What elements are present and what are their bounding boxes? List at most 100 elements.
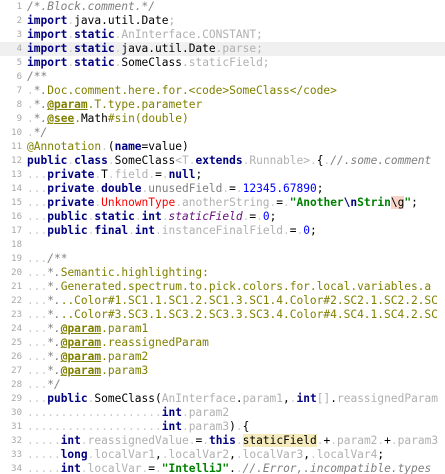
code-token: Semantic.highlighting:: [60, 266, 209, 279]
code-line[interactable]: 30 ....................int.param2: [0, 406, 445, 420]
code-line[interactable]: 13 ...private.T.field.=.null;: [0, 168, 445, 182]
code-text[interactable]: @Annotation.(name=value): [27, 140, 445, 154]
line-number: 5: [16, 58, 22, 68]
code-text[interactable]: import.static.java.util.Date.parse;: [27, 42, 445, 56]
code-text[interactable]: .....int.localVar.=."IntelliJ"..//.Error…: [27, 462, 445, 474]
code-text[interactable]: ...public.SomeClass(AnInterface.param1,.…: [27, 392, 445, 406]
line-number: 29: [11, 394, 22, 404]
code-token: reassignedValue: [87, 434, 189, 447]
code-text[interactable]: ...private.T.field.=.null;: [27, 168, 445, 182]
code-line[interactable]: 15 ...private.UnknownType.anotherString.=…: [0, 196, 445, 210]
code-line[interactable]: 18: [0, 238, 445, 252]
code-token: "Another: [289, 196, 344, 209]
code-token: @param: [60, 350, 102, 363]
code-line[interactable]: 20 ...*.Semantic.highlighting:: [0, 266, 445, 280]
code-text[interactable]: import.static.AnInterface.CONSTANT;: [27, 28, 445, 42]
code-text[interactable]: .*.@param.T.type.parameter: [27, 98, 445, 112]
code-text[interactable]: .../**: [27, 252, 445, 266]
line-number: 27: [11, 366, 22, 376]
code-line[interactable]: 26 ...*.@param.param2: [0, 350, 445, 364]
code-token: int: [134, 224, 156, 237]
code-line[interactable]: 22 ...*...Color#1.SC1.1.SC1.2.SC1.3.SC1.4…: [0, 294, 445, 308]
code-text[interactable]: ...private.UnknownType.anotherString.=."…: [27, 196, 445, 210]
code-line[interactable]: 6 /**: [0, 70, 445, 84]
code-line[interactable]: 31 ....................int.param3).{: [0, 420, 445, 434]
code-line[interactable]: 23 ...*...Color#3.SC3.1.SC3.2.SC3.3.SC3.4…: [0, 308, 445, 322]
code-text[interactable]: ...private.double.unusedField.=.12345.67…: [27, 182, 445, 196]
code-token: /**: [47, 252, 68, 265]
code-line[interactable]: 10 .*/: [0, 126, 445, 140]
code-line[interactable]: 14 ...private.double.unusedField.=.12345.…: [0, 182, 445, 196]
code-text[interactable]: ....................int.param3).{: [27, 420, 445, 434]
code-text[interactable]: ...*.@param.param2: [27, 350, 445, 364]
code-token: *.: [47, 294, 61, 307]
code-text[interactable]: import.java.util.Date;: [27, 14, 445, 28]
code-text[interactable]: import.static.SomeClass.staticField;: [27, 56, 445, 70]
code-text[interactable]: ...*.@param.reassignedParam: [27, 336, 445, 350]
code-text[interactable]: ...public.static.int.staticField.=.0;: [27, 210, 445, 224]
code-token: int: [296, 392, 317, 405]
code-line[interactable]: 7 .*.Doc.comment.here.for.<code>SomeClass…: [0, 84, 445, 98]
code-text[interactable]: [27, 238, 445, 252]
code-line[interactable]: 2 import.java.util.Date;: [0, 14, 445, 28]
code-line[interactable]: 25 ...*.@param.reassignedParam: [0, 336, 445, 350]
code-token: extends: [195, 154, 243, 167]
code-text[interactable]: .....long.localVar1,.localVar2,.localVar…: [27, 448, 445, 462]
code-text[interactable]: .*.Doc.comment.here.for.<code>SomeClass<…: [27, 84, 445, 98]
code-text[interactable]: /**: [27, 70, 445, 84]
code-text[interactable]: ...public.final.int.instanceFinalField.=…: [27, 224, 445, 238]
code-line[interactable]: 4 import.static.java.util.Date.parse;: [0, 42, 445, 56]
code-line[interactable]: 8 .*.@param.T.type.parameter: [0, 98, 445, 112]
code-text[interactable]: /*.Block.comment.*/: [27, 0, 445, 14]
code-text[interactable]: ...*.Generated.spectrum.to.pick.colors.f…: [27, 280, 445, 294]
code-line[interactable]: 11 @Annotation.(name=value): [0, 140, 445, 154]
code-token: staticField: [242, 434, 317, 447]
code-line[interactable]: 3 import.static.AnInterface.CONSTANT;: [0, 28, 445, 42]
code-text[interactable]: .*.@see.Math#sin(double): [27, 112, 445, 126]
code-editor[interactable]: 1/*.Block.comment.*/2 import.java.util.Da…: [0, 0, 445, 474]
code-token: .: [155, 462, 162, 474]
code-text[interactable]: ...*/: [27, 378, 445, 392]
code-text[interactable]: ....................int.param2: [27, 406, 445, 420]
code-text[interactable]: .*/: [27, 126, 445, 140]
code-token: .: [202, 434, 209, 447]
code-token: param2: [188, 406, 230, 419]
code-token: Doc.comment.here.for.<code>SomeClass</co…: [47, 84, 337, 97]
code-text[interactable]: ...*.@param.param1: [27, 322, 445, 336]
code-text[interactable]: public.class.SomeClass<T.extends.Runnabl…: [27, 154, 445, 168]
code-token: localVar: [87, 462, 142, 474]
code-token: reassignedParam: [107, 336, 209, 349]
code-line[interactable]: 32 .....int.reassignedValue.=.this.static…: [0, 434, 445, 448]
code-text[interactable]: ...*.@param.param3: [27, 364, 445, 378]
code-line[interactable]: 28 ...*/: [0, 378, 445, 392]
line-number: 6: [16, 72, 22, 82]
code-line[interactable]: 17 ...public.final.int.instanceFinalField…: [0, 224, 445, 238]
code-line[interactable]: 9 .*.@see.Math#sin(double): [0, 112, 445, 126]
code-text[interactable]: ...*...Color#1.SC1.1.SC1.2.SC1.3.SC1.4.C…: [27, 294, 445, 308]
code-token: \n: [343, 196, 358, 209]
code-line[interactable]: 19 .../**: [0, 252, 445, 266]
code-token: =value): [141, 140, 189, 153]
code-token: import: [27, 14, 68, 27]
code-token: int: [60, 434, 81, 447]
code-line[interactable]: 12 public.class.SomeClass<T.extends.Runna…: [0, 154, 445, 168]
code-line[interactable]: 1 /*.Block.comment.*/: [0, 0, 445, 14]
code-token: .: [161, 168, 169, 181]
code-token: ...: [27, 224, 48, 237]
code-token: final: [94, 224, 129, 237]
code-line[interactable]: 24 ...*.@param.param1: [0, 322, 445, 336]
line-number: 33: [11, 450, 22, 460]
code-line[interactable]: 5 import.static.SomeClass.staticField;: [0, 56, 445, 70]
code-line[interactable]: 16 ...public.static.int.staticField.=.0;: [0, 210, 445, 224]
code-text[interactable]: ...*.Semantic.highlighting:: [27, 266, 445, 280]
code-line[interactable]: 34 .....int.localVar.=."IntelliJ"..//.Err…: [0, 462, 445, 474]
code-line[interactable]: 33 .....long.localVar1,.localVar2,.localV…: [0, 448, 445, 462]
code-line[interactable]: 27 ...*.@param.param3: [0, 364, 445, 378]
code-token: .: [316, 434, 324, 447]
code-text[interactable]: .....int.reassignedValue.=.this.staticFi…: [27, 434, 445, 448]
code-token: public: [47, 224, 88, 237]
code-line[interactable]: 21 ...*.Generated.spectrum.to.pick.colors…: [0, 280, 445, 294]
code-text[interactable]: ...*...Color#3.SC3.1.SC3.2.SC3.3.SC3.4.C…: [27, 308, 445, 322]
code-line[interactable]: 29 ...public.SomeClass(AnInterface.param1…: [0, 392, 445, 406]
code-token: .: [107, 154, 115, 167]
